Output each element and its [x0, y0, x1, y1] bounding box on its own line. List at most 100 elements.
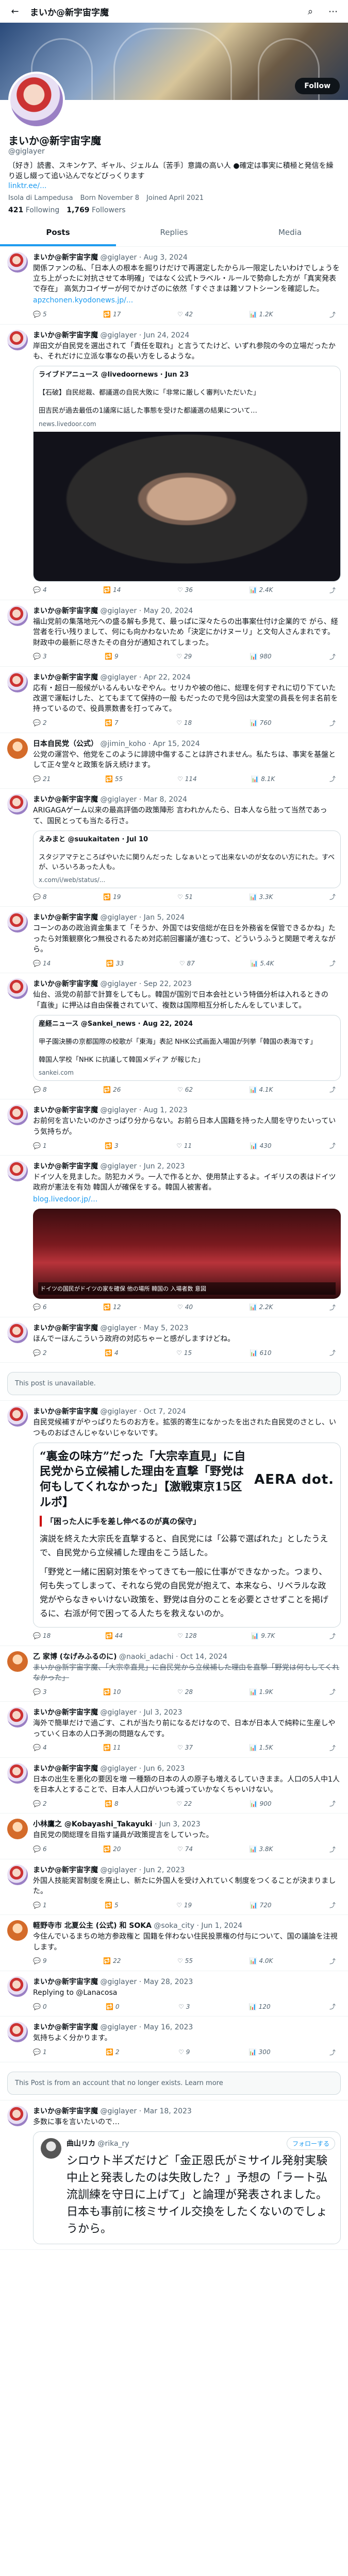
- share-button[interactable]: ⤴: [329, 719, 336, 727]
- avatar[interactable]: [7, 1819, 28, 1840]
- back-icon[interactable]: ←: [7, 4, 23, 19]
- reply-button[interactable]: 💬 0: [33, 2002, 47, 2011]
- reply-button[interactable]: 💬 5: [33, 310, 47, 319]
- views-count[interactable]: 📊 3.3K: [250, 892, 273, 901]
- author-name[interactable]: まいか@新宇宙字魔: [33, 795, 98, 804]
- avatar[interactable]: [7, 794, 28, 815]
- reply-button[interactable]: 💬 1: [33, 1141, 47, 1150]
- author-name[interactable]: 軽野寺市 北夏公主 (公式) 和 SOKA: [33, 1922, 152, 1930]
- avatar[interactable]: [7, 251, 28, 273]
- share-button[interactable]: ⤴: [329, 1303, 336, 1312]
- tab-replies[interactable]: Replies: [116, 221, 232, 246]
- reply-button[interactable]: 💬 21: [33, 774, 51, 783]
- avatar[interactable]: [7, 1651, 28, 1672]
- retweet-button[interactable]: 🔁 10: [103, 1687, 121, 1696]
- author-name[interactable]: まいか@新宇宙字魔: [33, 1324, 98, 1332]
- tweet[interactable]: 小林鷹之 @Kobayashi_Takayuki · Jun 3, 2023 自民…: [0, 1814, 348, 1859]
- quoted-source[interactable]: sankei.com: [34, 1069, 340, 1080]
- avatar[interactable]: [7, 1762, 28, 1784]
- share-button[interactable]: ⤴: [329, 774, 336, 783]
- author-name[interactable]: まいか@新宇宙字魔: [33, 1978, 98, 1986]
- author-name[interactable]: まいか@新宇宙字魔: [33, 331, 98, 340]
- tweet[interactable]: まいか@新宇宙字魔 @giglayer · May 16, 2023 気持ちよく分…: [0, 2016, 348, 2062]
- retweet-button[interactable]: 🔁 55: [105, 774, 123, 783]
- author-name[interactable]: まいか@新宇宙字魔: [33, 2023, 98, 2031]
- tweet[interactable]: まいか@新宇宙字魔 @giglayer · Sep 22, 2023 仙台、派党の…: [0, 973, 348, 1100]
- views-count[interactable]: 📊 120: [249, 2002, 271, 2011]
- share-button[interactable]: ⤴: [329, 1348, 336, 1357]
- reply-button[interactable]: 💬 9: [33, 1957, 47, 1965]
- quoted-post[interactable]: ライブドアニュース @livedoornews · Jun 23 【石破】自民総裁…: [33, 366, 341, 582]
- like-button[interactable]: ♡ 19: [176, 1901, 192, 1909]
- share-button[interactable]: ⤴: [329, 310, 336, 319]
- avatar[interactable]: [7, 1864, 28, 1885]
- author-name[interactable]: まいか@新宇宙字魔: [33, 673, 98, 682]
- reply-button[interactable]: 💬 18: [33, 1632, 51, 1640]
- share-button[interactable]: ⤴: [329, 1141, 336, 1150]
- share-button[interactable]: ⤴: [329, 1632, 336, 1640]
- retweet-button[interactable]: 🔁 26: [103, 1085, 121, 1094]
- share-button[interactable]: ⤴: [329, 1085, 336, 1094]
- avatar[interactable]: [7, 1406, 28, 1427]
- like-button[interactable]: ♡ 128: [177, 1632, 197, 1640]
- share-button[interactable]: ⤴: [329, 959, 336, 968]
- tweet[interactable]: まいか@新宇宙字魔 @giglayer · Jun 2, 2023 外国人技能実習…: [0, 1859, 348, 1916]
- tweet[interactable]: まいか@新宇宙字魔 @giglayer · Jul 3, 2023 海外で簡単だけ…: [0, 1702, 348, 1758]
- share-button[interactable]: ⤴: [329, 2048, 336, 2057]
- retweet-button[interactable]: 🔁 0: [106, 2002, 120, 2011]
- views-count[interactable]: 📊 760: [250, 719, 272, 727]
- follow-button[interactable]: Follow: [295, 78, 340, 94]
- avatar[interactable]: [7, 1322, 28, 1343]
- retweet-button[interactable]: 🔁 3: [105, 1141, 119, 1150]
- like-button[interactable]: ♡ 36: [177, 586, 193, 595]
- retweet-button[interactable]: 🔁 2: [106, 2048, 120, 2057]
- like-button[interactable]: ♡ 22: [176, 1799, 192, 1808]
- following-link[interactable]: 421 Following: [8, 206, 59, 214]
- avatar[interactable]: [7, 2105, 28, 2126]
- views-count[interactable]: 📊 1.2K: [250, 310, 273, 319]
- avatar[interactable]: [7, 605, 28, 626]
- tweet[interactable]: 乙 家博 (なげみふるのに) @naoki_adachi · Oct 14, 2…: [0, 1646, 348, 1702]
- avatar[interactable]: [7, 329, 28, 350]
- avatar[interactable]: [7, 1707, 28, 1728]
- quoted-follow-button[interactable]: フォローする: [286, 2137, 335, 2150]
- retweet-button[interactable]: 🔁 22: [103, 1957, 121, 1965]
- tweet[interactable]: まいか@新宇宙字魔 @giglayer · Aug 3, 2024 関係ファンの私…: [0, 247, 348, 325]
- avatar[interactable]: [7, 978, 28, 999]
- like-button[interactable]: ♡ 51: [177, 892, 193, 901]
- quoted-post[interactable]: 曲山リカ @rika_ry シロウト半ズだけど「金正恩氏がミサイル発射実験中止と…: [33, 2131, 341, 2244]
- like-button[interactable]: ♡ 3: [178, 2002, 190, 2011]
- tab-posts[interactable]: Posts: [0, 221, 116, 246]
- tweet-link[interactable]: apzchonen.kyodonews.jp/...: [33, 295, 341, 306]
- reply-button[interactable]: 💬 2: [33, 719, 47, 727]
- share-button[interactable]: ⤴: [329, 1743, 336, 1752]
- like-button[interactable]: ♡ 11: [176, 1141, 192, 1150]
- author-name[interactable]: まいか@新宇宙字魔: [33, 1408, 98, 1416]
- tweet[interactable]: まいか@新宇宙字魔 @giglayer · Jun 2, 2023 ドイツ人を見ま…: [0, 1156, 348, 1317]
- reply-button[interactable]: 💬 2: [33, 1348, 47, 1357]
- retweet-button[interactable]: 🔁 8: [105, 1799, 119, 1808]
- like-button[interactable]: ♡ 9: [178, 2048, 190, 2057]
- views-count[interactable]: 📊 980: [250, 652, 272, 661]
- views-count[interactable]: 📊 300: [249, 2048, 271, 2057]
- views-count[interactable]: 📊 4.1K: [250, 1085, 273, 1094]
- reply-button[interactable]: 💬 3: [33, 1687, 47, 1696]
- author-name[interactable]: まいか@新宇宙字魔: [33, 1106, 98, 1114]
- avatar[interactable]: [7, 1105, 28, 1126]
- retweet-button[interactable]: 🔁 4: [105, 1348, 119, 1357]
- views-count[interactable]: 📊 900: [250, 1799, 272, 1808]
- like-button[interactable]: ♡ 74: [177, 1845, 193, 1854]
- share-button[interactable]: ⤴: [329, 1901, 336, 1909]
- article-card[interactable]: “裏金の味方”だった「大宗幸直見」に自民党から立候補した理由を直撃「野党は何もし…: [33, 1442, 341, 1628]
- author-name[interactable]: まいか@新宇宙字魔: [33, 253, 98, 262]
- like-button[interactable]: ♡ 29: [176, 652, 192, 661]
- reply-button[interactable]: 💬 4: [33, 586, 47, 595]
- retweet-button[interactable]: 🔁 33: [106, 959, 124, 968]
- avatar[interactable]: [7, 912, 28, 933]
- retweet-button[interactable]: 🔁 7: [105, 719, 119, 727]
- tweet-link[interactable]: blog.livedoor.jp/...: [33, 1194, 341, 1205]
- share-button[interactable]: ⤴: [329, 1845, 336, 1854]
- like-button[interactable]: ♡ 28: [177, 1687, 193, 1696]
- tab-media[interactable]: Media: [232, 221, 348, 246]
- views-count[interactable]: 📊 2.2K: [250, 1303, 273, 1312]
